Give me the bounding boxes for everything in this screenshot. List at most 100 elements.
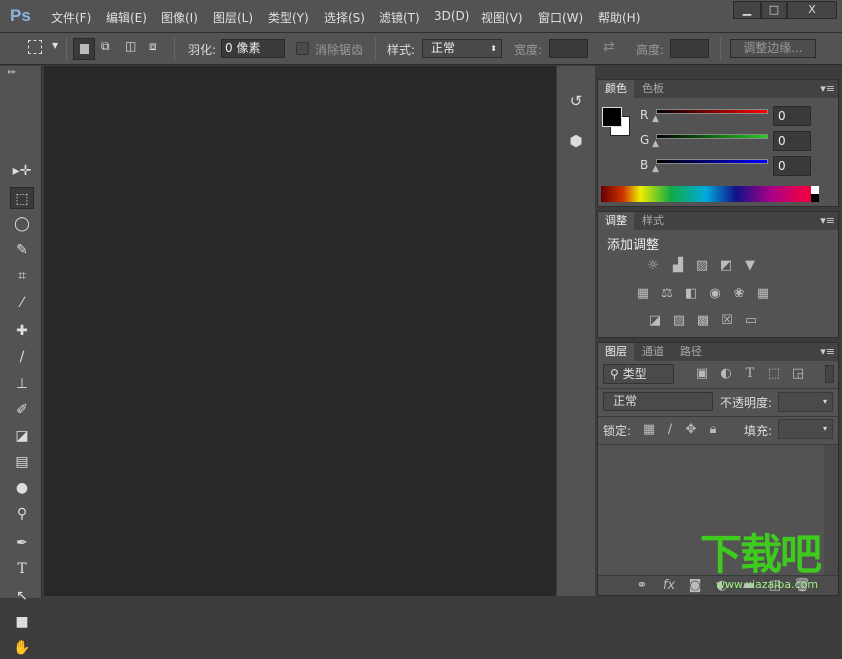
menu-view[interactable]: 视图(V) [481,9,523,26]
style-select[interactable]: 正常 ⬍ [422,39,502,58]
menu-filter[interactable]: 滤镜(T) [379,9,420,26]
lock-transparent-icon[interactable]: ▦ [640,422,658,437]
menu-type[interactable]: 类型(Y) [268,9,309,26]
type-filter-icon[interactable]: T [741,366,759,381]
menu-window[interactable]: 窗口(W) [538,9,583,26]
tab-color[interactable]: 颜色 [598,80,634,98]
pixel-filter-icon[interactable]: ▣ [693,366,711,381]
tab-adjustments[interactable]: 调整 [598,212,634,230]
blend-mode-select[interactable]: 正常 [603,392,713,411]
tab-layers[interactable]: 图层 [598,343,634,361]
blur-tool-icon[interactable]: ● [10,477,34,499]
blue-slider[interactable] [656,159,768,164]
eyedropper-tool-icon[interactable]: ⁄ [10,292,34,314]
adjustment-filter-icon[interactable]: ◐ [717,366,735,381]
green-value-input[interactable]: 0 [773,131,811,151]
new-selection-button[interactable] [73,38,95,60]
menu-3d[interactable]: 3D(D) [434,9,469,23]
feather-input[interactable]: 0 像素 [221,39,285,58]
healing-brush-tool-icon[interactable]: ✚ [10,320,34,342]
pen-tool-icon[interactable]: ✒ [10,532,34,554]
menu-select[interactable]: 选择(S) [324,9,365,26]
menu-file[interactable]: 文件(F) [51,9,91,26]
posterize-icon[interactable]: ▨ [670,313,688,329]
layer-filter-select[interactable]: ⚲ 类型 [603,364,674,384]
document-canvas-area[interactable] [44,66,556,596]
eraser-tool-icon[interactable]: ◪ [10,425,34,447]
lock-image-icon[interactable]: ∕ [661,422,679,437]
collapse-icon[interactable]: ▸▸ [8,67,16,76]
white-swatch[interactable] [811,186,819,194]
swap-icon[interactable]: ⇄ [603,39,615,55]
chevron-down-icon[interactable]: ▼ [52,41,58,50]
marquee-preset-icon[interactable] [28,40,42,54]
panel-menu-icon[interactable]: ▾≡ [820,345,835,358]
intersect-selection-icon[interactable]: ⧈ [149,39,157,54]
opacity-input[interactable]: ▾ [778,392,833,412]
brush-tool-icon[interactable]: ∕ [10,346,34,368]
menu-layer[interactable]: 图层(L) [213,9,253,26]
levels-icon[interactable]: ▟ [669,258,687,274]
3d-panel-icon[interactable]: ⬢ [561,126,591,156]
tab-swatches[interactable]: 色板 [635,80,671,98]
red-value-input[interactable]: 0 [773,106,811,126]
vibrance-icon[interactable]: ▼ [741,258,759,274]
fill-input[interactable]: ▾ [778,419,833,439]
red-slider[interactable] [656,109,768,114]
blue-value-input[interactable]: 0 [773,156,811,176]
curves-icon[interactable]: ▨ [693,258,711,274]
green-slider-thumb[interactable]: ▲ [652,139,659,149]
hue-saturation-icon[interactable]: ▦ [634,286,652,302]
marquee-tool-icon[interactable]: ⬚ [10,187,34,209]
type-tool-icon[interactable]: T [10,558,34,580]
red-slider-thumb[interactable]: ▲ [652,114,659,124]
clone-stamp-tool-icon[interactable]: ⊥ [10,373,34,395]
exposure-icon[interactable]: ◩ [717,258,735,274]
subtract-selection-icon[interactable]: ◫ [125,39,136,53]
fx-icon[interactable]: fx [660,578,678,593]
photo-filter-icon[interactable]: ◉ [706,286,724,302]
tab-paths[interactable]: 路径 [673,343,709,361]
refine-edge-button[interactable]: 调整边缘... [730,39,816,58]
threshold-icon[interactable]: ▩ [694,313,712,329]
menu-image[interactable]: 图像(I) [161,9,198,26]
menu-edit[interactable]: 编辑(E) [106,9,147,26]
lock-all-icon[interactable]: 🔒︎ [704,422,722,437]
crop-tool-icon[interactable]: ⌗ [10,265,34,287]
color-spectrum-ramp[interactable] [601,186,819,202]
filter-toggle[interactable] [825,365,834,383]
tab-channels[interactable]: 通道 [635,343,671,361]
rectangle-tool-icon[interactable]: ■ [10,611,34,633]
color-lookup-icon[interactable]: ▦ [754,286,772,302]
menu-help[interactable]: 帮助(H) [598,9,640,26]
panel-menu-icon[interactable]: ▾≡ [820,82,835,95]
quick-selection-tool-icon[interactable]: ✎ [10,239,34,261]
maximize-button[interactable]: □ [761,1,787,19]
black-white-icon[interactable]: ◧ [682,286,700,302]
shape-filter-icon[interactable]: ⬚ [765,366,783,381]
lock-position-icon[interactable]: ✥ [682,422,700,437]
width-input[interactable] [549,39,588,58]
add-mask-icon[interactable]: ◙ [686,578,704,593]
green-slider[interactable] [656,134,768,139]
foreground-color-swatch[interactable] [602,107,622,127]
smart-object-filter-icon[interactable]: ◲ [789,366,807,381]
minimize-button[interactable]: ▁ [733,1,761,19]
lasso-tool-icon[interactable]: ◯ [10,213,34,235]
antialias-checkbox[interactable] [296,42,309,55]
history-panel-icon[interactable]: ↺ [561,86,591,116]
dodge-tool-icon[interactable]: ⚲ [10,503,34,525]
history-brush-tool-icon[interactable]: ✐ [10,399,34,421]
layers-scrollbar[interactable] [824,445,838,575]
move-tool-icon[interactable]: ▸✛ [10,160,34,182]
channel-mixer-icon[interactable]: ❀ [730,286,748,302]
color-balance-icon[interactable]: ⚖ [658,286,676,302]
blue-slider-thumb[interactable]: ▲ [652,164,659,174]
gradient-tool-icon[interactable]: ▤ [10,451,34,473]
path-selection-tool-icon[interactable]: ↖ [10,585,34,607]
height-input[interactable] [670,39,709,58]
invert-icon[interactable]: ◪ [646,313,664,329]
link-layers-icon[interactable]: ⚭ [633,578,651,593]
gradient-map-icon[interactable]: ▭ [742,313,760,329]
close-button[interactable]: X [787,1,837,19]
